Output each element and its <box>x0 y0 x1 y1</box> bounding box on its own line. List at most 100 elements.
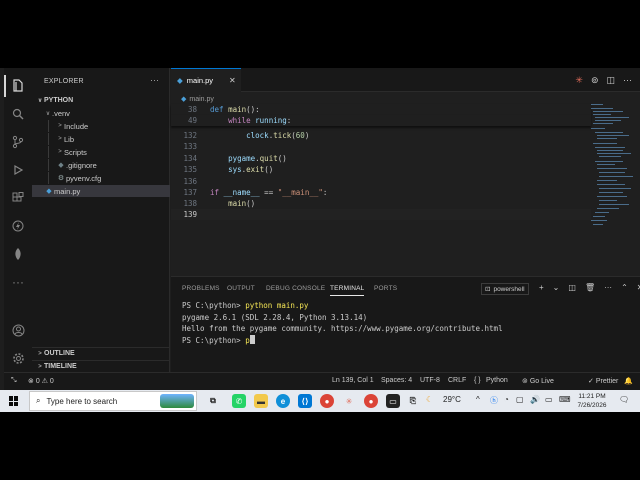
minimap[interactable] <box>589 98 635 268</box>
breadcrumb[interactable]: ◆ main.py <box>181 95 214 104</box>
language-mode[interactable]: Python <box>486 377 508 384</box>
taskbar-clock[interactable]: 11:21 PM 7/26/2026 <box>572 392 612 410</box>
line-number: 137 <box>183 188 197 197</box>
maximize-panel-icon[interactable]: ⌃ <box>621 283 628 292</box>
code-line[interactable]: 132 clock.tick(60) <box>171 130 591 141</box>
gear-icon[interactable] <box>10 350 26 366</box>
compare-icon[interactable]: ⊚ <box>591 75 599 86</box>
go-live-button[interactable]: ⊚ Go Live <box>522 377 554 385</box>
wifi-icon[interactable]: ◔ <box>504 395 509 404</box>
weather-icon[interactable]: ☾ <box>426 395 433 404</box>
code-line[interactable]: 138 main() <box>171 198 591 209</box>
lightning-icon[interactable] <box>10 218 26 234</box>
code-line[interactable]: 38 def main(): <box>171 104 591 115</box>
code-line[interactable]: 135 sys.exit() <box>171 164 591 175</box>
cursor-position[interactable]: Ln 139, Col 1 <box>332 377 374 384</box>
tab-debug-console[interactable]: DEBUG CONSOLE <box>266 285 325 292</box>
explorer-sidebar: EXPLORER ··· ∨ PYTHON ∨ .venv > Include … <box>32 68 170 390</box>
activity-bar: ··· <box>4 68 32 390</box>
leaf-icon[interactable] <box>10 246 26 262</box>
windows-start-icon[interactable] <box>9 396 19 406</box>
tree-item-label: .venv <box>52 108 70 118</box>
more-icon[interactable]: ··· <box>604 283 612 292</box>
code-line[interactable]: 133 <box>171 141 591 152</box>
timeline-section[interactable]: > TIMELINE <box>32 360 170 372</box>
tab-ports[interactable]: PORTS <box>374 285 397 292</box>
temperature[interactable]: 29°C <box>443 395 461 404</box>
code-line[interactable]: 49 while running: <box>171 115 591 126</box>
notifications-icon[interactable]: 🔔 <box>624 377 633 385</box>
tree-item-label: Lib <box>64 134 75 144</box>
volume-icon[interactable]: 🔊 <box>530 395 540 404</box>
tree-item-venv[interactable]: ∨ .venv <box>32 107 170 119</box>
more-icon[interactable]: ··· <box>623 75 632 86</box>
tab-main-py[interactable]: ◆ main.py ✕ <box>171 68 241 92</box>
go-live-label: Go Live <box>529 378 554 385</box>
search-highlight-image[interactable] <box>160 394 194 408</box>
source-control-icon[interactable] <box>10 134 26 150</box>
terminal-icon: ⊡ <box>485 286 491 293</box>
bug-icon[interactable]: ✳ <box>575 75 583 86</box>
extensions-icon[interactable] <box>10 190 26 206</box>
tree-item-pyvenv[interactable]: ⚙ pyvenv.cfg <box>32 172 170 184</box>
chrome-profile-icon[interactable]: ● <box>364 394 378 408</box>
tab-output[interactable]: OUTPUT <box>227 285 255 292</box>
account-icon[interactable] <box>10 322 26 338</box>
code-line[interactable]: 137 if __name__ == "__main__": <box>171 187 591 198</box>
split-editor-icon[interactable]: ◫ <box>606 75 615 86</box>
code-line[interactable]: 136 <box>171 176 591 187</box>
task-view-icon[interactable]: ⧉ <box>206 394 220 408</box>
whatsapp-icon[interactable]: ✆ <box>232 394 246 408</box>
encoding[interactable]: UTF-8 <box>420 377 440 384</box>
tab-terminal[interactable]: TERMINAL <box>330 285 365 296</box>
line-number: 49 <box>187 116 197 125</box>
close-icon[interactable]: ✕ <box>229 76 236 85</box>
chrome-icon[interactable]: ● <box>320 394 334 408</box>
project-folder[interactable]: ∨ PYTHON <box>32 94 170 106</box>
code-line-current[interactable]: 139 <box>171 209 591 220</box>
indentation[interactable]: Spaces: 4 <box>381 377 412 384</box>
battery-icon[interactable]: ▭ <box>545 395 553 404</box>
chevron-down-icon[interactable]: ⌄ <box>553 283 560 292</box>
braces-icon[interactable]: { } <box>474 377 481 384</box>
trash-icon[interactable]: 🗑 <box>585 283 595 292</box>
search-icon[interactable] <box>10 106 26 122</box>
remote-icon[interactable]: ⤡ <box>11 377 17 385</box>
vscode-taskbar-icon[interactable]: ⟨⟩ <box>298 394 312 408</box>
more-icon[interactable]: ··· <box>10 274 26 290</box>
problems-status[interactable]: ⊗ 0 ⚠ 0 <box>28 377 54 385</box>
line-ending[interactable]: CRLF <box>448 377 466 384</box>
tree-item-lib[interactable]: > Lib <box>32 133 170 145</box>
terminal-input-line[interactable]: PS C:\python> p <box>182 335 255 345</box>
code-line[interactable]: 134 pygame.quit() <box>171 153 591 164</box>
terminal-taskbar-icon[interactable]: ▭ <box>386 394 400 408</box>
code-text: sys.exit() <box>228 165 274 174</box>
network-icon[interactable]: ▢ <box>516 395 524 404</box>
chevron-up-icon[interactable]: ^ <box>476 395 480 404</box>
new-terminal-icon[interactable]: + <box>539 283 544 292</box>
explorer-icon[interactable] <box>4 75 26 97</box>
tree-item-include[interactable]: > Include <box>32 120 170 132</box>
notification-center-icon[interactable]: 🗨 <box>619 395 629 404</box>
search-placeholder: Type here to search <box>46 396 118 406</box>
prettier-status[interactable]: ✓ Prettier <box>588 377 618 385</box>
hp-icon[interactable]: ⓗ <box>490 395 498 406</box>
gitignore-file-icon: ◆ <box>58 162 64 169</box>
language-icon[interactable]: ⌨ <box>559 395 571 404</box>
outline-section[interactable]: > OUTLINE <box>32 347 170 359</box>
tree-item-scripts[interactable]: > Scripts <box>32 146 170 158</box>
line-number: 38 <box>187 105 197 114</box>
tree-item-main-py[interactable]: ◆ main.py <box>32 185 170 197</box>
python-file-icon: ◆ <box>46 188 52 195</box>
tree-item-gitignore[interactable]: ◆ .gitignore <box>32 159 170 171</box>
prettier-label: Prettier <box>595 378 619 385</box>
edge-icon[interactable]: e <box>276 394 290 408</box>
app-icon[interactable]: ⎘ <box>406 394 420 408</box>
run-debug-icon[interactable] <box>10 162 26 178</box>
tab-problems[interactable]: PROBLEMS <box>182 285 220 292</box>
app-icon[interactable]: ✳ <box>342 394 356 408</box>
explorer-more-button[interactable]: ··· <box>150 75 159 85</box>
terminal-shell-selector[interactable]: ⊡ powershell <box>481 283 529 295</box>
split-terminal-icon[interactable]: ◫ <box>568 283 576 292</box>
file-explorer-icon[interactable]: ▬ <box>254 394 268 408</box>
